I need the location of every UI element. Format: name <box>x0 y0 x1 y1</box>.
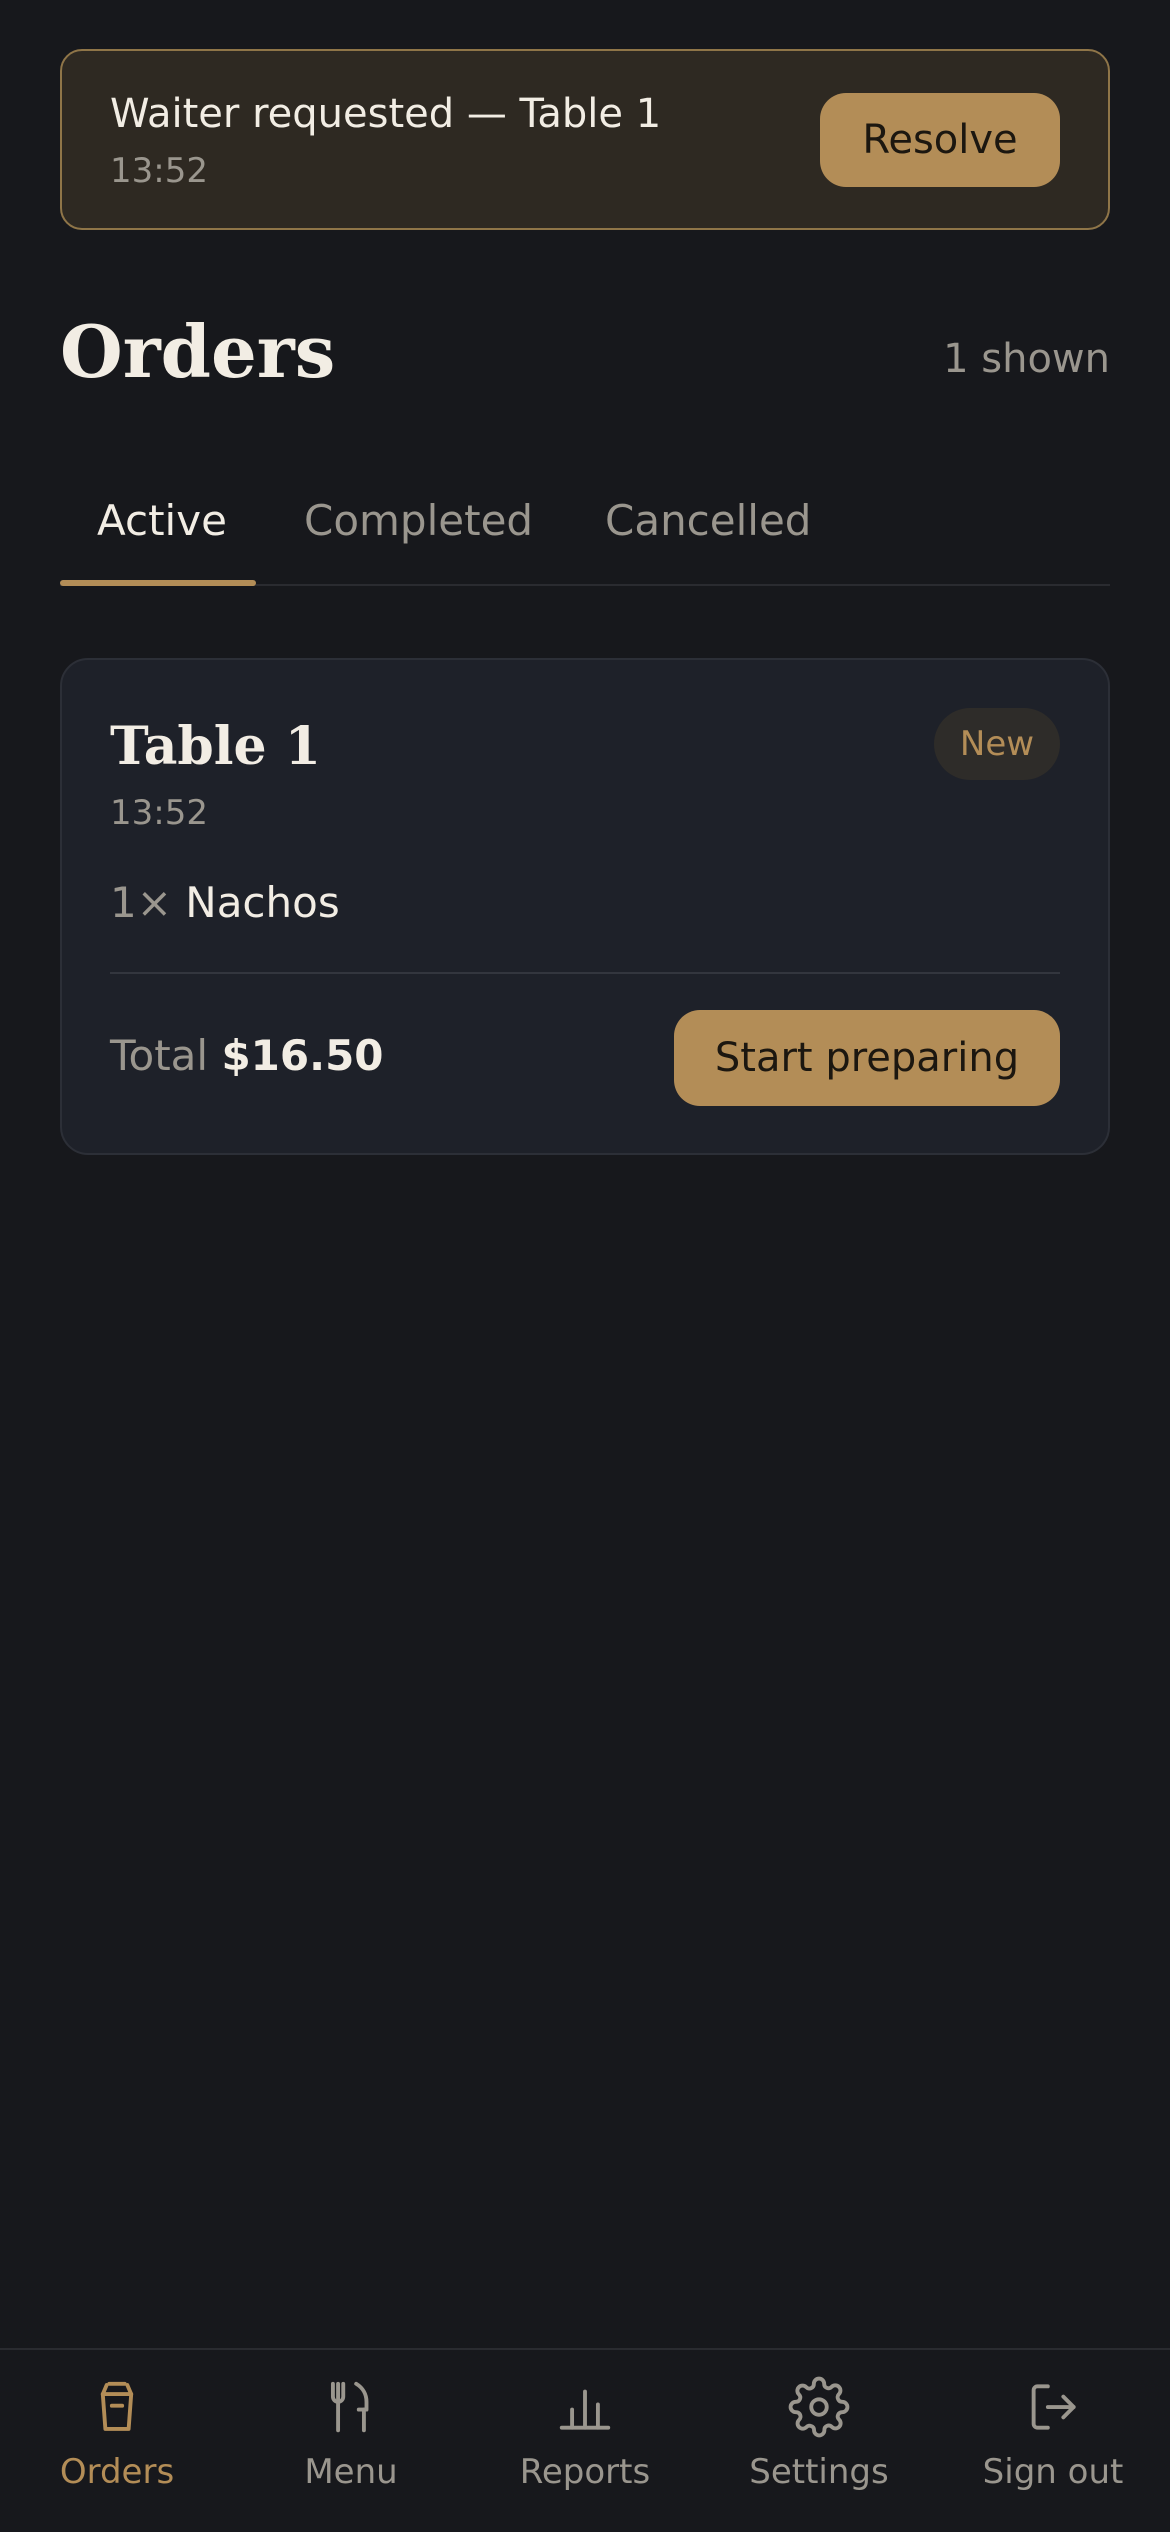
order-table: Table 1 <box>110 716 321 777</box>
total-amount: $16.50 <box>221 1031 384 1080</box>
page-title: Orders <box>60 309 336 394</box>
sign-out-icon <box>1031 2384 1076 2430</box>
nav-label-reports: Reports <box>519 2452 651 2492</box>
nav-item-settings[interactable]: Settings <box>702 2376 936 2492</box>
nav-item-reports[interactable]: Reports <box>468 2376 702 2492</box>
nav-label-sign-out: Sign out <box>982 2452 1124 2492</box>
orders-icon <box>100 2381 134 2431</box>
total-label: Total <box>110 1031 209 1080</box>
order-time: 13:52 <box>110 793 208 833</box>
nav-label-menu: Menu <box>304 2452 398 2492</box>
nav-item-menu[interactable]: Menu <box>234 2376 468 2492</box>
tab-active[interactable]: Active <box>97 496 227 545</box>
order-item-name: Nachos <box>185 878 340 927</box>
banner-time: 13:52 <box>110 151 208 191</box>
bottom-nav: Orders Menu Reports Settings Sign out <box>0 2348 1170 2532</box>
order-total: Total $16.50 <box>110 1031 384 1080</box>
tab-completed[interactable]: Completed <box>304 496 533 545</box>
start-preparing-button[interactable]: Start preparing <box>674 1010 1060 1106</box>
tab-cancelled[interactable]: Cancelled <box>605 496 811 545</box>
bar-chart-icon <box>559 2389 611 2430</box>
waiter-request-banner: Waiter requested — Table 1 13:52 Resolve <box>60 49 1110 230</box>
status-badge: New <box>934 708 1060 780</box>
card-divider <box>110 972 1060 974</box>
nav-item-orders[interactable]: Orders <box>0 2376 234 2492</box>
active-tab-indicator <box>60 580 256 586</box>
order-card: Table 1 13:52 New 1× Nachos Total $16.50… <box>60 658 1110 1155</box>
nav-label-settings: Settings <box>749 2452 889 2492</box>
order-tabs: Active Completed Cancelled <box>60 466 1110 586</box>
nav-label-orders: Orders <box>59 2452 175 2492</box>
utensils-icon <box>330 2381 369 2433</box>
gear-icon <box>788 2376 850 2438</box>
order-item: 1× Nachos <box>110 878 340 927</box>
resolve-button[interactable]: Resolve <box>820 93 1060 187</box>
orders-count: 1 shown <box>943 336 1110 382</box>
order-item-qty: 1× <box>110 878 172 927</box>
nav-item-sign-out[interactable]: Sign out <box>936 2376 1170 2492</box>
banner-title: Waiter requested — Table 1 <box>110 91 662 137</box>
